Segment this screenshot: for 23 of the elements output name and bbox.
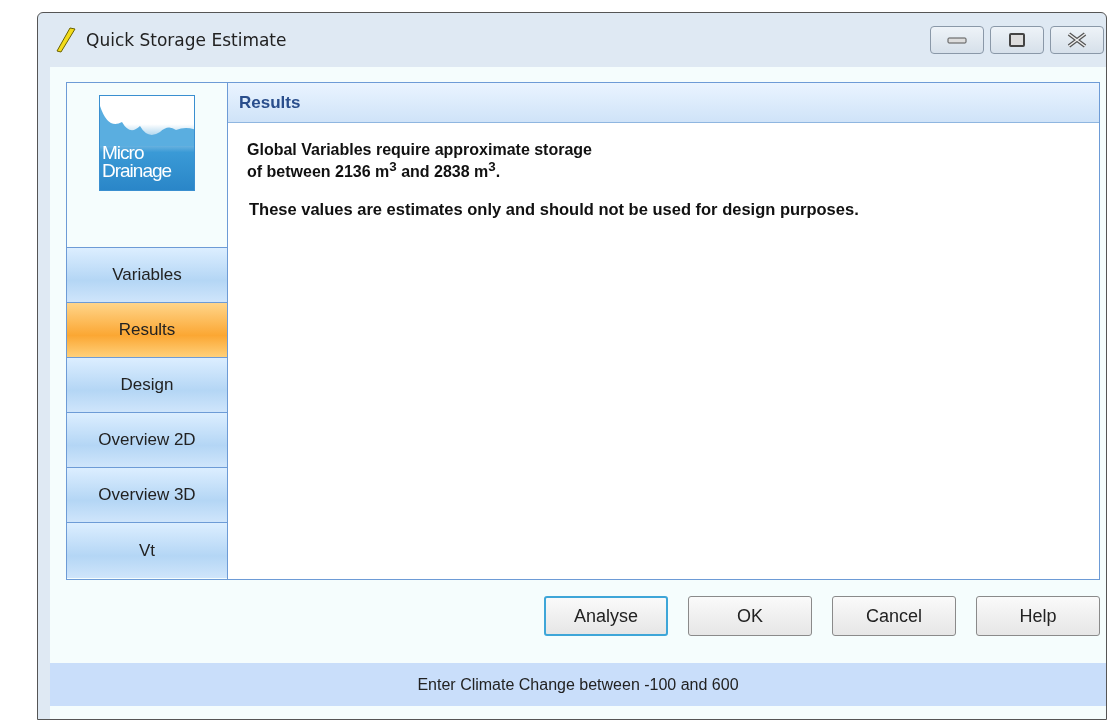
panel-title: Results <box>228 83 1099 123</box>
window-title: Quick Storage Estimate <box>86 30 288 50</box>
minimize-icon <box>946 35 968 45</box>
minimize-button[interactable] <box>930 26 984 54</box>
sidebar-item[interactable]: Overview 3D <box>67 468 227 523</box>
close-button[interactable] <box>1050 26 1104 54</box>
dialog-button[interactable]: Analyse <box>544 596 668 636</box>
dialog-button[interactable]: OK <box>688 596 812 636</box>
sidebar-item[interactable]: Vt <box>67 523 227 578</box>
sidebar-item[interactable]: Results <box>67 303 227 358</box>
logo: Micro Drainage <box>99 95 195 191</box>
maximize-icon <box>1009 33 1025 47</box>
status-bar: Enter Climate Change between -100 and 600 <box>50 663 1106 706</box>
dialog-button[interactable]: Help <box>976 596 1100 636</box>
sidebar-item[interactable]: Overview 2D <box>67 413 227 468</box>
lightning-icon <box>54 27 76 53</box>
estimate-note: These values are estimates only and should not be used for design purposes. <box>249 200 860 220</box>
dialog-button[interactable]: Cancel <box>832 596 956 636</box>
sidebar-item[interactable]: Design <box>67 358 227 413</box>
sidebar-item[interactable]: Variables <box>67 248 227 303</box>
result-message: Global Variables require approximate storage of between 2136 m$^{3}$ and 2838 m$^{3}$. <box>247 141 593 181</box>
maximize-button[interactable] <box>990 26 1044 54</box>
close-icon <box>1066 32 1088 48</box>
